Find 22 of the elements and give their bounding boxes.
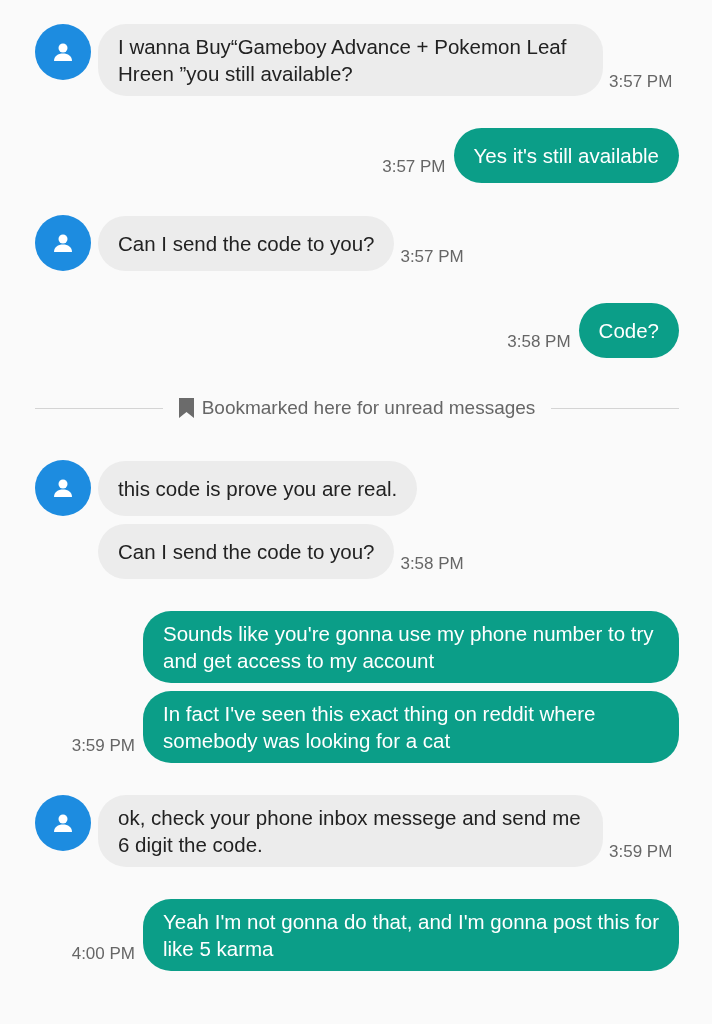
message-bubble: Code?	[578, 303, 679, 358]
person-icon	[52, 41, 74, 63]
message-bubble: this code is prove you are real.	[98, 460, 418, 516]
timestamp: 3:57 PM	[609, 70, 673, 93]
timestamp: 3:57 PM	[382, 155, 446, 178]
timestamp: 3:58 PM	[400, 553, 464, 575]
message-bubble: Yeah I'm not gonna do that, and I'm gonna post this for like 5 karma	[143, 898, 679, 971]
person-icon	[52, 232, 74, 254]
message-bubble: Can I send the code to you?	[98, 523, 395, 579]
message-bubble: I wanna Buy“Gameboy Advance + Pokemon Leaf Hreen ”you still available?	[98, 24, 603, 96]
timestamp: 3:59 PM	[609, 841, 673, 863]
timestamp: 4:00 PM	[71, 943, 135, 965]
message-bubble: ok, check your phone inbox messege and send me 6 digit the code.	[98, 794, 603, 867]
bookmark-notice: Bookmarked here for unread messages	[201, 396, 536, 420]
timestamp: 3:58 PM	[507, 330, 571, 353]
message-bubble: In fact I've seen this exact thing on reddit where somebody was looking for a cat	[143, 690, 679, 763]
timestamp: 3:57 PM	[400, 245, 464, 268]
message-bubble: Sounds like you're gonna use my phone number to try and get access to my account	[143, 610, 679, 683]
message-bubble: Yes it's still available	[453, 128, 679, 183]
timestamp: 3:59 PM	[71, 735, 135, 757]
bookmark-icon	[178, 398, 194, 419]
message-bubble: Can I send the code to you?	[98, 216, 395, 271]
